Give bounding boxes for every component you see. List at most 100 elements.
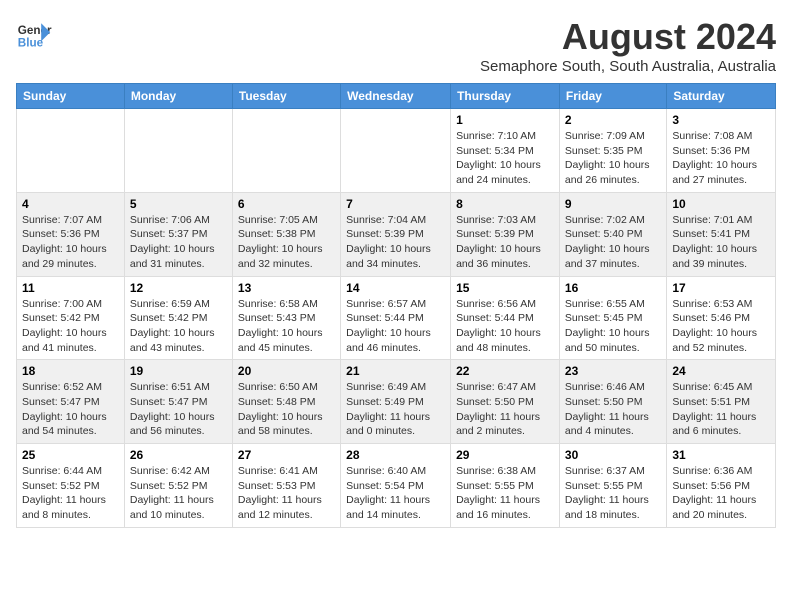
calendar-cell: 1 Sunrise: 7:10 AMSunset: 5:34 PMDaylight…	[451, 109, 560, 193]
day-number: 5	[130, 197, 227, 211]
day-number: 24	[672, 364, 770, 378]
day-info: Sunrise: 7:01 AMSunset: 5:41 PMDaylight:…	[672, 213, 770, 272]
day-info: Sunrise: 6:46 AMSunset: 5:50 PMDaylight:…	[565, 380, 661, 439]
calendar-week-row: 1 Sunrise: 7:10 AMSunset: 5:34 PMDaylight…	[17, 109, 776, 193]
day-number: 30	[565, 448, 661, 462]
day-info: Sunrise: 6:51 AMSunset: 5:47 PMDaylight:…	[130, 380, 227, 439]
day-number: 1	[456, 113, 554, 127]
day-info: Sunrise: 6:37 AMSunset: 5:55 PMDaylight:…	[565, 464, 661, 523]
calendar-cell: 22 Sunrise: 6:47 AMSunset: 5:50 PMDayligh…	[451, 360, 560, 444]
day-info: Sunrise: 6:59 AMSunset: 5:42 PMDaylight:…	[130, 297, 227, 356]
calendar-cell: 11Sunrise: 7:00 AMSunset: 5:42 PMDayligh…	[17, 276, 125, 360]
day-info: Sunrise: 7:02 AMSunset: 5:40 PMDaylight:…	[565, 213, 661, 272]
calendar-cell: 23 Sunrise: 6:46 AMSunset: 5:50 PMDayligh…	[559, 360, 666, 444]
day-info: Sunrise: 7:04 AMSunset: 5:39 PMDaylight:…	[346, 213, 445, 272]
day-info: Sunrise: 6:44 AMSunset: 5:52 PMDaylight:…	[22, 464, 119, 523]
logo-icon: General Blue	[16, 16, 52, 52]
day-info: Sunrise: 7:05 AMSunset: 5:38 PMDaylight:…	[238, 213, 335, 272]
day-number: 23	[565, 364, 661, 378]
day-number: 7	[346, 197, 445, 211]
calendar-cell: 21 Sunrise: 6:49 AMSunset: 5:49 PMDayligh…	[341, 360, 451, 444]
day-number: 4	[22, 197, 119, 211]
day-number: 9	[565, 197, 661, 211]
calendar-cell: 12 Sunrise: 6:59 AMSunset: 5:42 PMDayligh…	[124, 276, 232, 360]
day-info: Sunrise: 6:53 AMSunset: 5:46 PMDaylight:…	[672, 297, 770, 356]
calendar-cell: 18 Sunrise: 6:52 AMSunset: 5:47 PMDayligh…	[17, 360, 125, 444]
calendar-cell: 10 Sunrise: 7:01 AMSunset: 5:41 PMDayligh…	[667, 192, 776, 276]
day-info: Sunrise: 6:56 AMSunset: 5:44 PMDaylight:…	[456, 297, 554, 356]
logo: General Blue	[16, 16, 52, 52]
calendar-cell: 24 Sunrise: 6:45 AMSunset: 5:51 PMDayligh…	[667, 360, 776, 444]
day-number: 8	[456, 197, 554, 211]
day-number: 13	[238, 281, 335, 295]
calendar-cell: 28 Sunrise: 6:40 AMSunset: 5:54 PMDayligh…	[341, 444, 451, 528]
calendar-cell: 7 Sunrise: 7:04 AMSunset: 5:39 PMDaylight…	[341, 192, 451, 276]
day-info: Sunrise: 7:09 AMSunset: 5:35 PMDaylight:…	[565, 129, 661, 188]
day-info: Sunrise: 6:57 AMSunset: 5:44 PMDaylight:…	[346, 297, 445, 356]
calendar-cell: 14 Sunrise: 6:57 AMSunset: 5:44 PMDayligh…	[341, 276, 451, 360]
page-subtitle: Semaphore South, South Australia, Austra…	[480, 58, 776, 75]
day-number: 14	[346, 281, 445, 295]
calendar-cell: 20Sunrise: 6:50 AMSunset: 5:48 PMDayligh…	[232, 360, 340, 444]
day-info: Sunrise: 6:45 AMSunset: 5:51 PMDaylight:…	[672, 380, 770, 439]
day-number: 11	[22, 281, 119, 295]
calendar-cell: 29 Sunrise: 6:38 AMSunset: 5:55 PMDayligh…	[451, 444, 560, 528]
calendar-cell: 4 Sunrise: 7:07 AMSunset: 5:36 PMDaylight…	[17, 192, 125, 276]
calendar-week-row: 11Sunrise: 7:00 AMSunset: 5:42 PMDayligh…	[17, 276, 776, 360]
day-info: Sunrise: 7:03 AMSunset: 5:39 PMDaylight:…	[456, 213, 554, 272]
day-info: Sunrise: 6:41 AMSunset: 5:53 PMDaylight:…	[238, 464, 335, 523]
day-number: 29	[456, 448, 554, 462]
weekday-header: Sunday	[17, 84, 125, 109]
day-number: 19	[130, 364, 227, 378]
weekday-header: Saturday	[667, 84, 776, 109]
calendar-table: SundayMondayTuesdayWednesdayThursdayFrid…	[16, 83, 776, 528]
calendar-cell: 31Sunrise: 6:36 AMSunset: 5:56 PMDayligh…	[667, 444, 776, 528]
day-number: 31	[672, 448, 770, 462]
weekday-header: Thursday	[451, 84, 560, 109]
calendar-week-row: 18 Sunrise: 6:52 AMSunset: 5:47 PMDayligh…	[17, 360, 776, 444]
day-info: Sunrise: 7:10 AMSunset: 5:34 PMDaylight:…	[456, 129, 554, 188]
day-info: Sunrise: 7:08 AMSunset: 5:36 PMDaylight:…	[672, 129, 770, 188]
calendar-cell: 6Sunrise: 7:05 AMSunset: 5:38 PMDaylight…	[232, 192, 340, 276]
day-number: 17	[672, 281, 770, 295]
calendar-cell: 25 Sunrise: 6:44 AMSunset: 5:52 PMDayligh…	[17, 444, 125, 528]
calendar-cell: 16Sunrise: 6:55 AMSunset: 5:45 PMDayligh…	[559, 276, 666, 360]
calendar-cell: 2 Sunrise: 7:09 AMSunset: 5:35 PMDaylight…	[559, 109, 666, 193]
day-number: 2	[565, 113, 661, 127]
page-header: General Blue August 2024 Semaphore South…	[16, 16, 776, 75]
calendar-cell	[17, 109, 125, 193]
calendar-cell: 8 Sunrise: 7:03 AMSunset: 5:39 PMDaylight…	[451, 192, 560, 276]
day-info: Sunrise: 6:40 AMSunset: 5:54 PMDaylight:…	[346, 464, 445, 523]
day-info: Sunrise: 6:42 AMSunset: 5:52 PMDaylight:…	[130, 464, 227, 523]
day-info: Sunrise: 6:55 AMSunset: 5:45 PMDaylight:…	[565, 297, 661, 356]
calendar-week-row: 25 Sunrise: 6:44 AMSunset: 5:52 PMDayligh…	[17, 444, 776, 528]
day-info: Sunrise: 6:52 AMSunset: 5:47 PMDaylight:…	[22, 380, 119, 439]
day-number: 15	[456, 281, 554, 295]
day-info: Sunrise: 6:47 AMSunset: 5:50 PMDaylight:…	[456, 380, 554, 439]
calendar-cell: 19 Sunrise: 6:51 AMSunset: 5:47 PMDayligh…	[124, 360, 232, 444]
title-block: August 2024 Semaphore South, South Austr…	[480, 16, 776, 75]
calendar-cell: 3Sunrise: 7:08 AMSunset: 5:36 PMDaylight…	[667, 109, 776, 193]
calendar-cell: 30 Sunrise: 6:37 AMSunset: 5:55 PMDayligh…	[559, 444, 666, 528]
weekday-header: Friday	[559, 84, 666, 109]
calendar-header: SundayMondayTuesdayWednesdayThursdayFrid…	[17, 84, 776, 109]
day-number: 18	[22, 364, 119, 378]
day-info: Sunrise: 6:49 AMSunset: 5:49 PMDaylight:…	[346, 380, 445, 439]
day-number: 10	[672, 197, 770, 211]
calendar-cell	[124, 109, 232, 193]
day-number: 25	[22, 448, 119, 462]
day-info: Sunrise: 6:50 AMSunset: 5:48 PMDaylight:…	[238, 380, 335, 439]
day-number: 12	[130, 281, 227, 295]
calendar-body: 1 Sunrise: 7:10 AMSunset: 5:34 PMDaylight…	[17, 109, 776, 528]
calendar-cell	[341, 109, 451, 193]
day-number: 26	[130, 448, 227, 462]
day-number: 28	[346, 448, 445, 462]
day-number: 21	[346, 364, 445, 378]
day-number: 22	[456, 364, 554, 378]
calendar-cell: 15 Sunrise: 6:56 AMSunset: 5:44 PMDayligh…	[451, 276, 560, 360]
day-info: Sunrise: 7:07 AMSunset: 5:36 PMDaylight:…	[22, 213, 119, 272]
calendar-cell: 27Sunrise: 6:41 AMSunset: 5:53 PMDayligh…	[232, 444, 340, 528]
calendar-cell: 26 Sunrise: 6:42 AMSunset: 5:52 PMDayligh…	[124, 444, 232, 528]
day-info: Sunrise: 6:38 AMSunset: 5:55 PMDaylight:…	[456, 464, 554, 523]
calendar-week-row: 4 Sunrise: 7:07 AMSunset: 5:36 PMDaylight…	[17, 192, 776, 276]
